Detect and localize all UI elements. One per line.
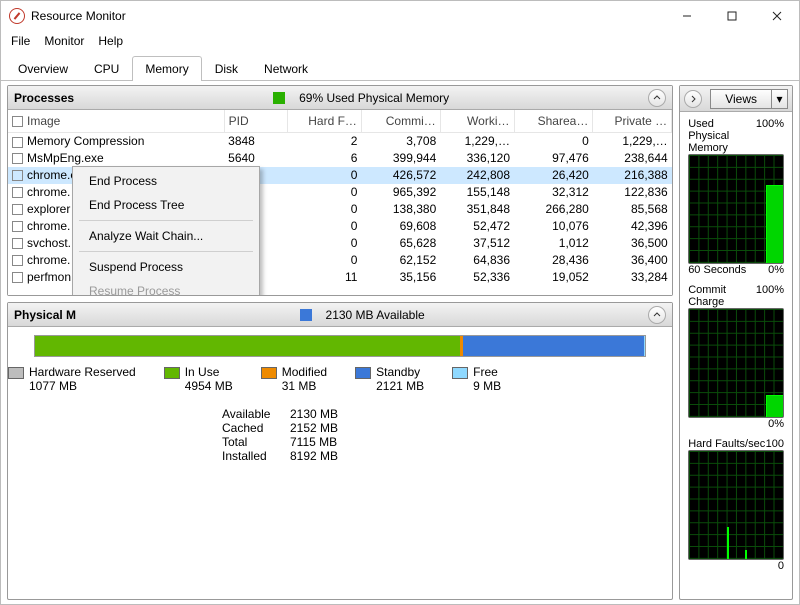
- row-checkbox[interactable]: [12, 221, 23, 232]
- physical-header[interactable]: Physical M 2130 MB Available: [8, 303, 672, 327]
- menu-file[interactable]: File: [11, 34, 30, 48]
- tab-memory[interactable]: Memory: [132, 56, 201, 81]
- available-text: 2130 MB Available: [326, 308, 425, 322]
- table-row[interactable]: MsMpEng.exe56406399,944336,12097,476238,…: [8, 150, 672, 167]
- tab-cpu[interactable]: CPU: [81, 56, 132, 81]
- views-dropdown-icon[interactable]: ▾: [771, 90, 787, 108]
- context-menu: End Process End Process Tree Analyze Wai…: [72, 166, 260, 295]
- swatch-free-icon: [452, 367, 468, 379]
- chart-commit-charge: Commit Charge100% 0%: [688, 284, 784, 430]
- menu-bar: File Monitor Help: [1, 31, 799, 51]
- physical-title: Physical M: [14, 308, 76, 322]
- minimize-button[interactable]: [664, 2, 709, 31]
- ctx-suspend[interactable]: Suspend Process: [75, 255, 257, 279]
- swatch-inuse-icon: [164, 367, 180, 379]
- tab-strip: Overview CPU Memory Disk Network: [1, 55, 799, 81]
- available-indicator-icon: [300, 309, 312, 321]
- maximize-button[interactable]: [709, 2, 754, 31]
- ctx-end-process[interactable]: End Process: [75, 169, 257, 193]
- processes-header[interactable]: Processes 69% Used Physical Memory: [8, 86, 672, 110]
- row-checkbox[interactable]: [12, 170, 23, 181]
- processes-title: Processes: [14, 91, 74, 105]
- physical-memory-panel: Physical M 2130 MB Available Hardware Re…: [7, 302, 673, 600]
- close-button[interactable]: [754, 2, 799, 31]
- col-working[interactable]: Worki…: [440, 110, 514, 133]
- views-button[interactable]: Views ▾: [710, 89, 788, 109]
- app-icon: [9, 8, 25, 24]
- col-private[interactable]: Private …: [593, 110, 672, 133]
- ctx-end-tree[interactable]: End Process Tree: [75, 193, 257, 217]
- menu-help[interactable]: Help: [98, 34, 123, 48]
- memory-stats: Available2130 MB Cached2152 MB Total7115…: [222, 407, 646, 463]
- tab-disk[interactable]: Disk: [202, 56, 251, 81]
- ctx-analyze[interactable]: Analyze Wait Chain...: [75, 224, 257, 248]
- col-hard[interactable]: Hard F…: [288, 110, 362, 133]
- select-all-checkbox[interactable]: [12, 116, 23, 127]
- swatch-standby-icon: [355, 367, 371, 379]
- row-checkbox[interactable]: [12, 153, 23, 164]
- row-checkbox[interactable]: [12, 255, 23, 266]
- tab-overview[interactable]: Overview: [5, 56, 81, 81]
- row-checkbox[interactable]: [12, 238, 23, 249]
- row-checkbox[interactable]: [12, 204, 23, 215]
- col-image[interactable]: Image: [8, 110, 224, 133]
- tab-network[interactable]: Network: [251, 56, 321, 81]
- charts-pane: Views ▾ Used Physical Memory100% 60 Seco…: [679, 85, 793, 600]
- swatch-modified-icon: [261, 367, 277, 379]
- usage-text: 69% Used Physical Memory: [299, 91, 449, 105]
- processes-panel: Processes 69% Used Physical Memory Image…: [7, 85, 673, 296]
- chart-hard-faults: Hard Faults/sec100 0: [688, 438, 784, 572]
- collapse-physical-icon[interactable]: [648, 306, 666, 324]
- title-bar: Resource Monitor: [1, 1, 799, 31]
- legend: Hardware Reserved1077 MB In Use4954 MB M…: [34, 365, 646, 393]
- processes-table[interactable]: Image PID Hard F… Commi… Worki… Sharea… …: [8, 110, 672, 295]
- window-title: Resource Monitor: [31, 9, 664, 23]
- collapse-charts-icon[interactable]: [684, 90, 702, 108]
- row-checkbox[interactable]: [12, 187, 23, 198]
- table-row[interactable]: Memory Compression384823,7081,229,…01,22…: [8, 133, 672, 150]
- swatch-hardware-icon: [8, 367, 24, 379]
- row-checkbox[interactable]: [12, 137, 23, 148]
- col-pid[interactable]: PID: [224, 110, 288, 133]
- usage-indicator-icon: [273, 92, 285, 104]
- memory-bar: [34, 335, 646, 357]
- menu-monitor[interactable]: Monitor: [44, 34, 84, 48]
- chart-used-memory: Used Physical Memory100% 60 Seconds0%: [688, 118, 784, 276]
- ctx-resume: Resume Process: [75, 279, 257, 295]
- col-commit[interactable]: Commi…: [361, 110, 440, 133]
- row-checkbox[interactable]: [12, 272, 23, 283]
- collapse-processes-icon[interactable]: [648, 89, 666, 107]
- col-share[interactable]: Sharea…: [514, 110, 593, 133]
